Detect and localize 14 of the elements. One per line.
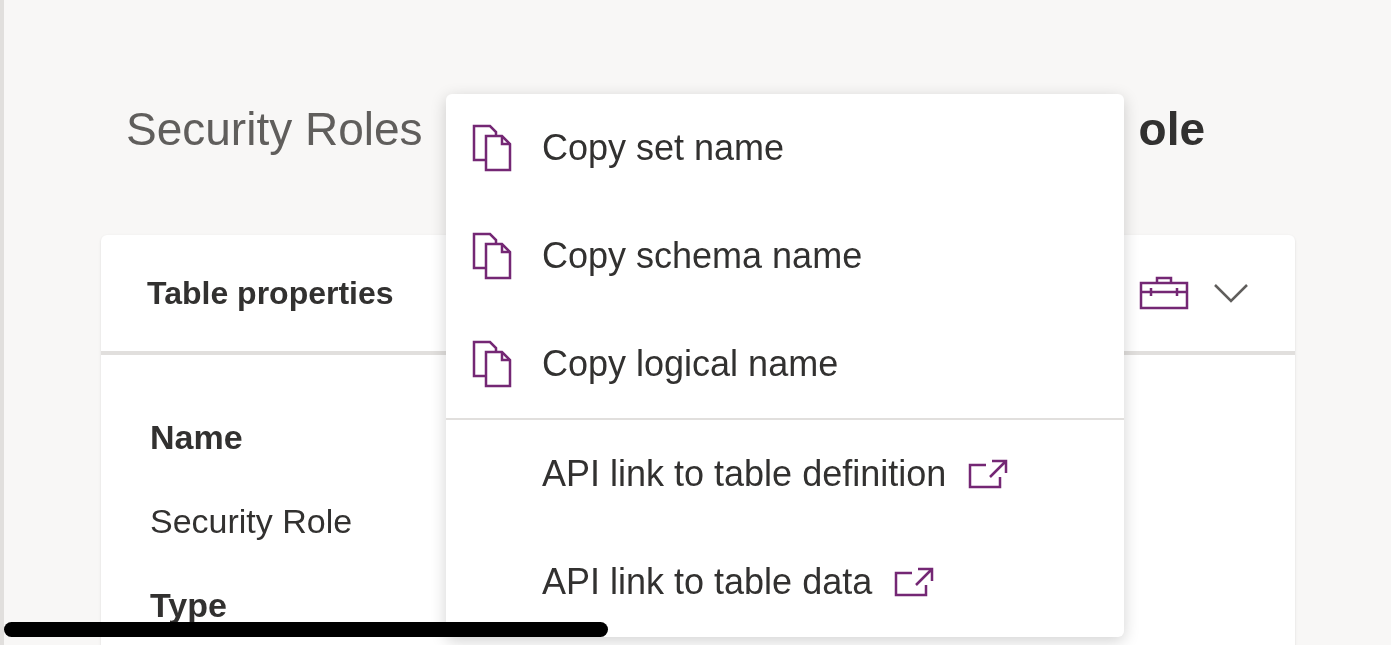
chevron-down-icon[interactable] [1213,283,1249,303]
menu-item[interactable]: Copy logical name [446,310,1124,418]
external-link-icon [894,567,935,597]
toolbox-icon[interactable] [1139,276,1189,310]
menu-item[interactable]: Copy schema name [446,202,1124,310]
menu-item[interactable]: Copy set name [446,94,1124,202]
card-title: Table properties [147,274,394,313]
field-label: Type [150,585,228,626]
menu-link[interactable]: API link to table data [542,555,873,609]
field-value: Security Role [150,501,354,542]
menu-link[interactable]: API link to table definition [542,447,947,501]
external-link-icon [968,459,1009,489]
field-label: Name [150,417,244,458]
page-title: ole [1138,106,1205,152]
